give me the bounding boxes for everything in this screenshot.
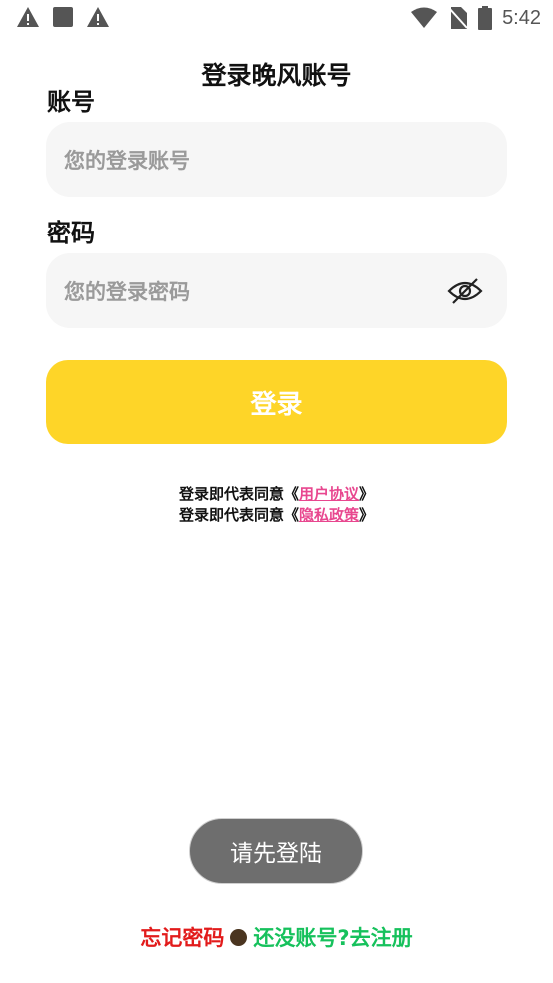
account-label: 账号 [47,88,95,116]
separator-dot [230,929,248,946]
toast-message: 请先登陆 [189,818,363,884]
privacy-policy-link[interactable]: 隐私政策 [299,506,359,524]
account-input[interactable] [62,122,436,199]
password-input[interactable] [62,253,436,330]
close-quote: 》 [359,485,375,503]
agreement-line-privacy: 登录即代表同意《隐私政策》 [0,504,553,525]
status-time: 5:42 [502,6,541,29]
wifi-icon [411,7,438,28]
forgot-password-link[interactable]: 忘记密码 [140,926,224,950]
password-label: 密码 [47,219,95,247]
status-left-icons [16,6,110,28]
eye-off-icon[interactable] [447,277,483,305]
account-field[interactable] [46,122,507,199]
agreement-line-user: 登录即代表同意《用户协议》 [0,483,553,504]
status-right-icons: 5:42 [410,6,541,30]
agreement-prefix: 登录即代表同意 [178,485,284,503]
open-quote: 《 [283,485,299,503]
warning-icon [17,7,39,27]
status-bar: 5:42 [0,0,553,40]
no-sim-icon [448,7,468,29]
battery-icon [478,6,493,30]
open-quote: 《 [283,506,299,524]
login-button[interactable]: 登录 [46,360,507,444]
password-field[interactable] [46,253,507,330]
footer-links: 忘记密码 还没账号?去注册 [0,922,553,952]
warning-icon [87,7,109,27]
agreement-prefix: 登录即代表同意 [178,506,284,524]
user-agreement-link[interactable]: 用户协议 [299,485,359,503]
register-link[interactable]: 还没账号?去注册 [253,926,412,950]
square-icon [53,7,73,27]
close-quote: 》 [359,506,375,524]
